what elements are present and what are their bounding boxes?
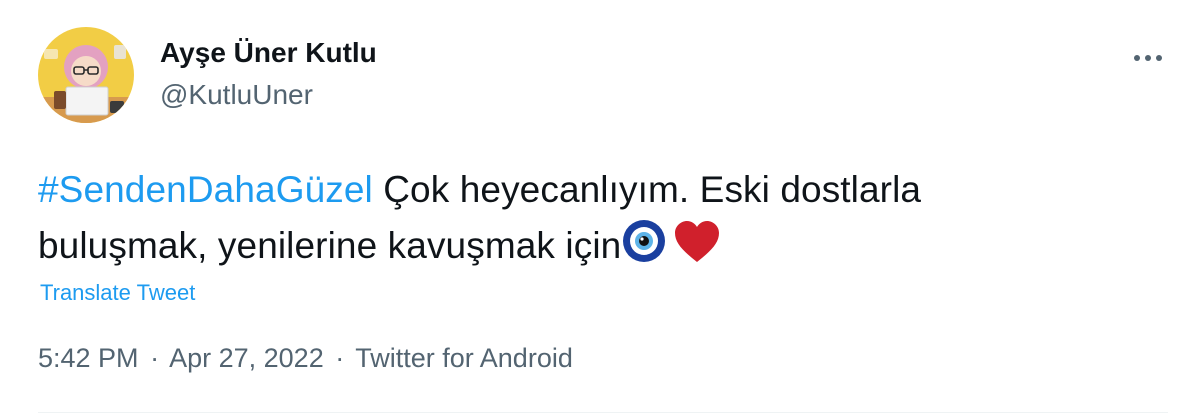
translate-tweet-link[interactable]: Translate Tweet — [40, 280, 195, 306]
red-heart-icon — [673, 220, 721, 280]
nazar-amulet-icon — [621, 218, 667, 280]
tweet-metadata: 5:42 PM · Apr 27, 2022 · Twitter for And… — [38, 343, 573, 374]
tweet-text-line-1: #SendenDahaGüzel Çok heyecanlıyım. Eski … — [38, 162, 1158, 218]
tweet-text: #SendenDahaGüzel Çok heyecanlıyım. Eski … — [38, 162, 1158, 280]
hashtag-link[interactable]: #SendenDahaGüzel — [38, 169, 373, 210]
avatar[interactable] — [38, 27, 134, 123]
tweet-time[interactable]: 5:42 PM — [38, 343, 139, 373]
meta-separator: · — [335, 343, 345, 373]
author-display-name[interactable]: Ayşe Üner Kutlu — [160, 37, 377, 69]
author-handle[interactable]: @KutluUner — [160, 79, 313, 111]
tweet-source[interactable]: Twitter for Android — [355, 343, 573, 373]
more-horizontal-icon — [1134, 55, 1162, 61]
divider — [38, 412, 1168, 413]
tweet-text-segment-1: Çok heyecanlıyım. Eski dostlarla — [372, 169, 922, 210]
more-options-button[interactable] — [1128, 38, 1168, 78]
tweet-card: Ayşe Üner Kutlu @KutluUner #SendenDahaGü… — [0, 0, 1202, 416]
tweet-text-line-2: buluşmak, yenilerine kavuşmak için — [38, 218, 1158, 280]
avatar-illustration-icon — [38, 27, 134, 123]
meta-separator: · — [150, 343, 160, 373]
tweet-text-segment-2: buluşmak, yenilerine kavuşmak için — [38, 225, 622, 266]
tweet-date[interactable]: Apr 27, 2022 — [169, 343, 324, 373]
